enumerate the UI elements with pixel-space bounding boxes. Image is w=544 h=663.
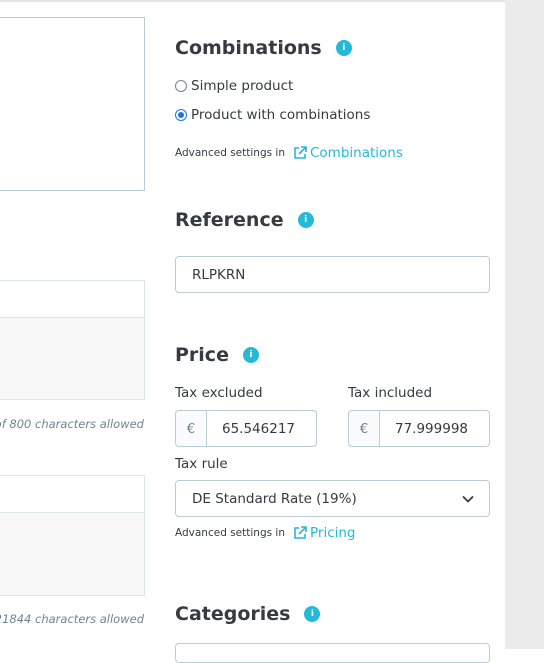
external-link-icon bbox=[294, 526, 307, 539]
price-tax-excluded-value: 65.546217 bbox=[222, 420, 296, 437]
tax-rule-label: Tax rule bbox=[175, 456, 228, 472]
info-icon[interactable]: i bbox=[335, 40, 352, 56]
reference-input[interactable]: RLPKRN bbox=[175, 256, 490, 293]
product-image-area[interactable] bbox=[0, 17, 145, 191]
right-gutter bbox=[505, 0, 544, 649]
currency-addon: € bbox=[349, 411, 380, 446]
reference-title: Reference i bbox=[175, 209, 314, 231]
radio-simple-product[interactable]: Simple product bbox=[175, 78, 293, 94]
chevron-down-icon bbox=[462, 495, 474, 503]
combinations-link[interactable]: Combinations bbox=[287, 145, 403, 161]
price-tax-included-input[interactable]: € 77.999998 bbox=[348, 410, 490, 447]
description-char-count: f 21844 characters allowed bbox=[0, 612, 144, 626]
currency-addon: € bbox=[176, 411, 207, 446]
reference-title-text: Reference bbox=[175, 209, 284, 231]
tax-excluded-label: Tax excluded bbox=[175, 385, 263, 401]
info-icon[interactable]: i bbox=[297, 212, 314, 228]
price-title-text: Price bbox=[175, 344, 229, 366]
summary-editor-toolbar bbox=[0, 281, 144, 318]
combinations-link-text[interactable]: Combinations bbox=[310, 145, 403, 161]
price-tax-excluded-input[interactable]: € 65.546217 bbox=[175, 410, 317, 447]
radio-simple-product-control[interactable] bbox=[175, 80, 187, 92]
tax-included-label: Tax included bbox=[348, 385, 433, 401]
categories-title-text: Categories bbox=[175, 603, 291, 625]
categories-input[interactable] bbox=[175, 643, 490, 663]
combinations-advanced-settings: Advanced settings in Combinations bbox=[175, 145, 403, 161]
summary-char-count: of 800 characters allowed bbox=[0, 417, 144, 431]
combinations-title-text: Combinations bbox=[175, 37, 322, 59]
external-link-icon bbox=[294, 146, 307, 159]
pricing-link-text[interactable]: Pricing bbox=[310, 525, 356, 541]
info-icon[interactable]: i bbox=[304, 606, 321, 622]
description-editor-toolbar bbox=[0, 476, 144, 513]
categories-title: Categories i bbox=[175, 603, 321, 625]
info-icon[interactable]: i bbox=[242, 347, 259, 363]
advanced-settings-prefix: Advanced settings in bbox=[175, 147, 285, 159]
radio-product-with-combinations[interactable]: Product with combinations bbox=[175, 107, 370, 123]
summary-editor[interactable] bbox=[0, 280, 145, 400]
radio-product-with-combinations-control[interactable] bbox=[175, 109, 187, 121]
tax-rule-select[interactable]: DE Standard Rate (19%) bbox=[175, 480, 490, 517]
top-divider bbox=[0, 0, 505, 2]
price-title: Price i bbox=[175, 344, 259, 366]
pricing-link[interactable]: Pricing bbox=[287, 525, 356, 541]
pricing-advanced-settings: Advanced settings in Pricing bbox=[175, 525, 356, 541]
advanced-settings-prefix: Advanced settings in bbox=[175, 527, 285, 539]
price-tax-included-value: 77.999998 bbox=[395, 420, 469, 437]
radio-product-with-combinations-label[interactable]: Product with combinations bbox=[191, 107, 370, 123]
radio-simple-product-label[interactable]: Simple product bbox=[191, 78, 293, 94]
reference-input-value: RLPKRN bbox=[192, 266, 246, 283]
combinations-title: Combinations i bbox=[175, 37, 352, 59]
description-editor[interactable] bbox=[0, 475, 145, 596]
tax-rule-selected-value: DE Standard Rate (19%) bbox=[192, 490, 357, 507]
